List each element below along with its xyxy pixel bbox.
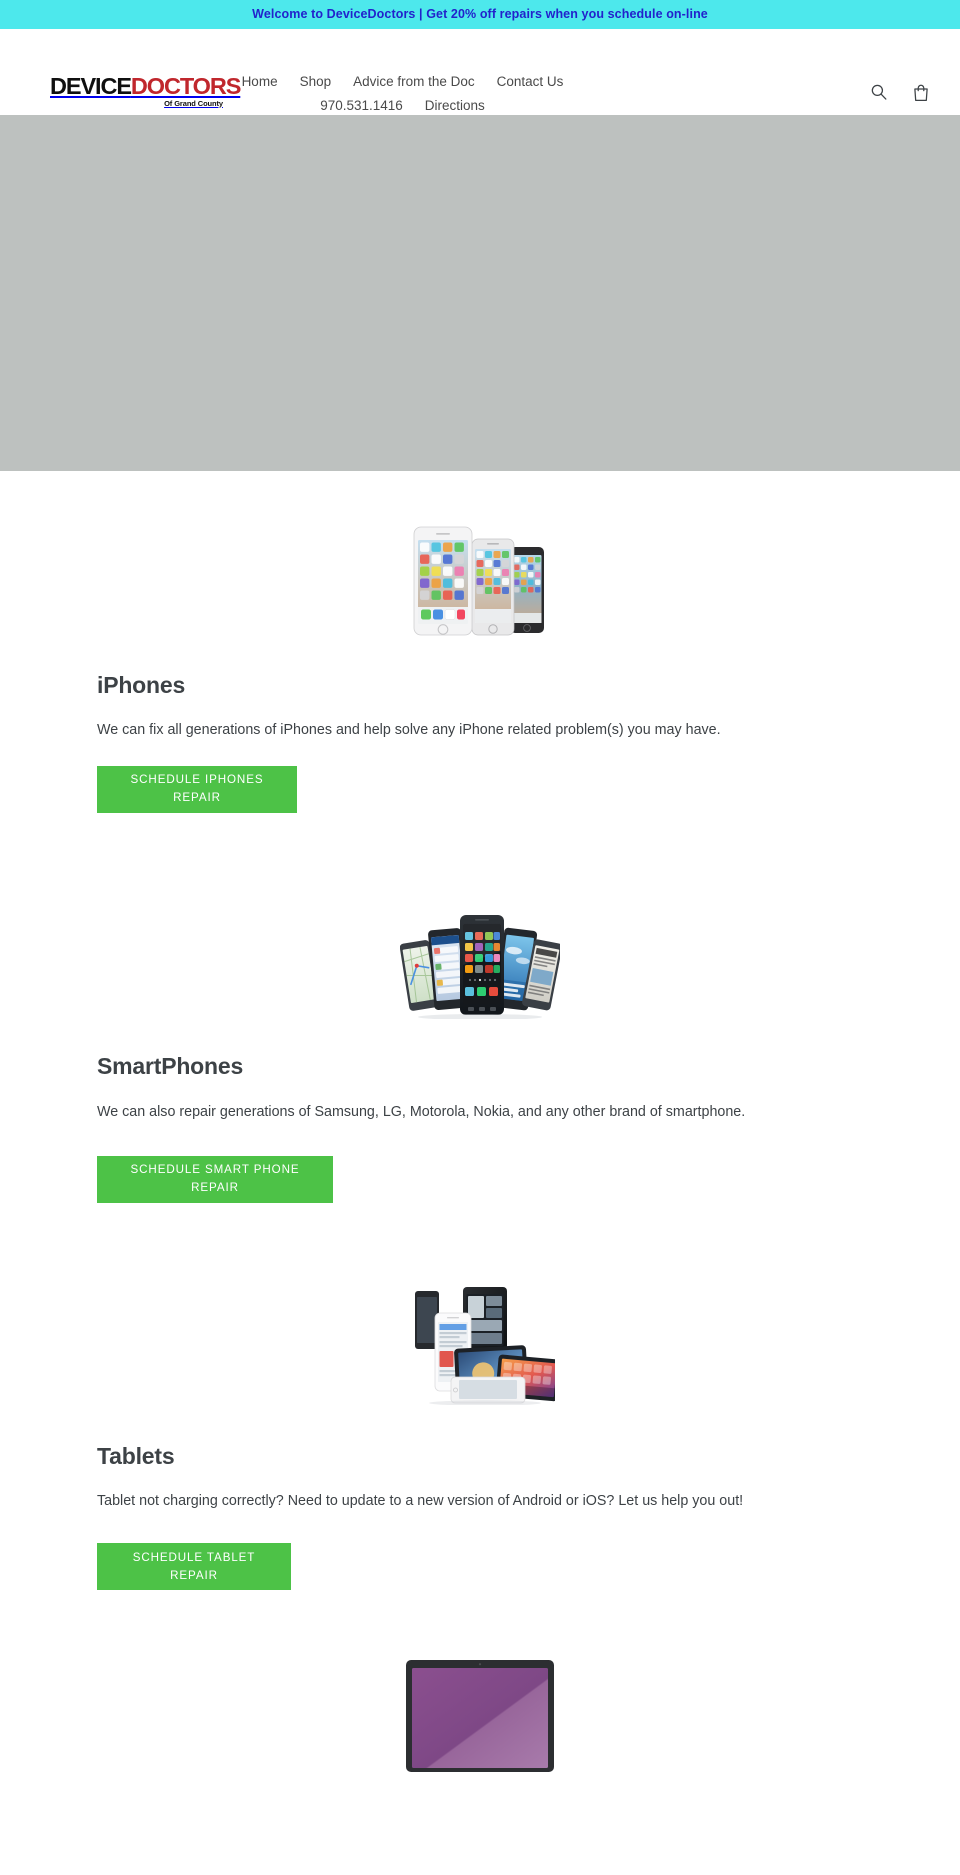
iphones-button-wrap: Schedule iPhones Repair xyxy=(97,765,863,813)
tablets-heading: Tablets xyxy=(97,1442,175,1469)
logo-text-device: DEVICE xyxy=(50,73,132,99)
nav-item-shop[interactable]: Shop xyxy=(289,72,343,91)
search-icon[interactable] xyxy=(868,81,890,103)
nav-item-advice-from-the-doc[interactable]: Advice from the Doc xyxy=(342,72,486,91)
smartphones-description: We can also repair generations of Samsun… xyxy=(97,1104,746,1121)
nav-item-phone-number[interactable]: 970.531.1416 xyxy=(309,96,414,115)
site-header: DEVICEDOCTORS Of Grand County Home Shop … xyxy=(0,29,960,115)
section-smartphones: SmartPhones We can also repair generatio… xyxy=(0,869,960,1203)
smartphones-product-image xyxy=(0,869,960,1019)
tablets-description: Tablet not charging correctly? Need to u… xyxy=(97,1493,744,1510)
iphones-section-body: iPhones We can fix all generations of iP… xyxy=(0,672,960,813)
smartphones-button-wrap: Schedule Smart Phone Repair xyxy=(97,1155,863,1203)
page-root: Welcome to DeviceDoctors | Get 20% off r… xyxy=(0,0,960,1875)
logo-wordmark: DEVICEDOCTORS xyxy=(50,73,241,99)
section-laptops xyxy=(0,1656,960,1796)
logo-subtitle: Of Grand County xyxy=(164,98,223,108)
section-iphones: iPhones We can fix all generations of iP… xyxy=(0,471,960,813)
announcement-text: Welcome to DeviceDoctors | Get 20% off r… xyxy=(252,7,708,22)
site-logo[interactable]: DEVICEDOCTORS Of Grand County xyxy=(50,73,241,108)
smartphones-heading: SmartPhones xyxy=(97,1052,244,1079)
nav-item-home[interactable]: Home xyxy=(231,72,289,91)
header-icon-group xyxy=(868,81,932,103)
iphones-description: We can fix all generations of iPhones an… xyxy=(97,721,721,738)
nav-item-directions[interactable]: Directions xyxy=(414,96,496,115)
section-tablets: Tablets Tablet not charging correctly? N… xyxy=(0,1265,960,1591)
main-navigation: Home Shop Advice from the Doc Contact Us… xyxy=(230,72,575,115)
schedule-tablet-repair-button[interactable]: Schedule Tablet Repair xyxy=(97,1543,291,1591)
tablets-button-wrap: Schedule Tablet Repair xyxy=(97,1543,863,1591)
tablets-product-image xyxy=(0,1265,960,1405)
hero-banner[interactable] xyxy=(0,115,960,471)
logo-text-doctors: DOCTORS xyxy=(130,73,241,99)
iphones-heading: iPhones xyxy=(97,672,186,698)
cart-icon[interactable] xyxy=(910,81,932,103)
schedule-smart-phone-repair-button[interactable]: Schedule Smart Phone Repair xyxy=(97,1155,333,1203)
nav-item-contact-us[interactable]: Contact Us xyxy=(486,72,575,91)
schedule-iphones-repair-button[interactable]: Schedule iPhones Repair xyxy=(97,765,297,813)
iphones-product-image xyxy=(0,471,960,636)
smartphones-section-body: SmartPhones We can also repair generatio… xyxy=(0,1053,960,1203)
tablets-section-body: Tablets Tablet not charging correctly? N… xyxy=(0,1443,960,1591)
announcement-bar: Welcome to DeviceDoctors | Get 20% off r… xyxy=(0,0,960,29)
laptop-product-image xyxy=(0,1656,960,1796)
